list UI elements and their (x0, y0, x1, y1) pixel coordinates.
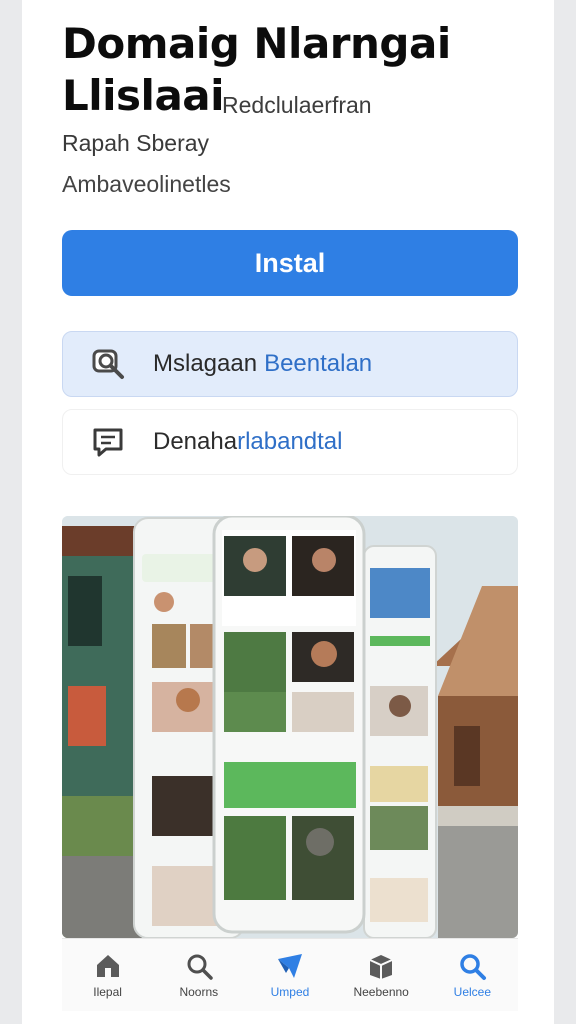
tab-library-label: Neebenno (353, 985, 409, 999)
box-icon (369, 955, 393, 979)
bottom-tab-bar: Ilepal Noorns Umped Neebenno Uelcee (62, 938, 518, 1011)
app-title-line-1: Domaig Nlarngai (62, 19, 451, 68)
tab-home-label: Ilepal (93, 985, 122, 999)
tab-updates-label: Umped (270, 985, 310, 999)
screenshot-preview[interactable] (62, 516, 518, 938)
review-action-text: Denaha (153, 428, 238, 455)
search-icon (92, 349, 124, 379)
message-icon (93, 428, 123, 457)
tab-home[interactable]: Ilepal (68, 951, 148, 999)
tab-search-active-label: Uelcee (453, 985, 492, 999)
app-category: Ambaveolinetles (62, 171, 231, 197)
search-icon (460, 954, 487, 980)
tab-library[interactable]: Neebenno (341, 951, 421, 999)
tab-updates[interactable]: Umped (250, 951, 330, 999)
review-action-row[interactable]: Denaha rlabandtal (62, 409, 518, 475)
search-icon (187, 954, 213, 980)
search-action-highlight: Beentalan (264, 350, 373, 377)
app-subtitle: Rapah Sberay (62, 130, 210, 156)
search-action-row[interactable]: Mslagaan Beentalan (62, 331, 518, 397)
search-action-text: Mslagaan (153, 350, 258, 377)
tab-search-active[interactable]: Uelcee (432, 951, 512, 999)
app-store-page: Domaig Nlarngai Llislaai Redclulaerfran … (22, 0, 554, 1024)
tab-search[interactable]: Noorns (159, 951, 239, 999)
developer-name[interactable]: Redclulaerfran (222, 92, 372, 119)
install-button[interactable]: Instal (62, 230, 518, 296)
tab-search-label: Noorns (179, 985, 219, 999)
send-icon (277, 954, 302, 978)
home-icon (96, 955, 119, 977)
preview-illustration (62, 516, 518, 938)
review-action-highlight: rlabandtal (237, 428, 343, 455)
